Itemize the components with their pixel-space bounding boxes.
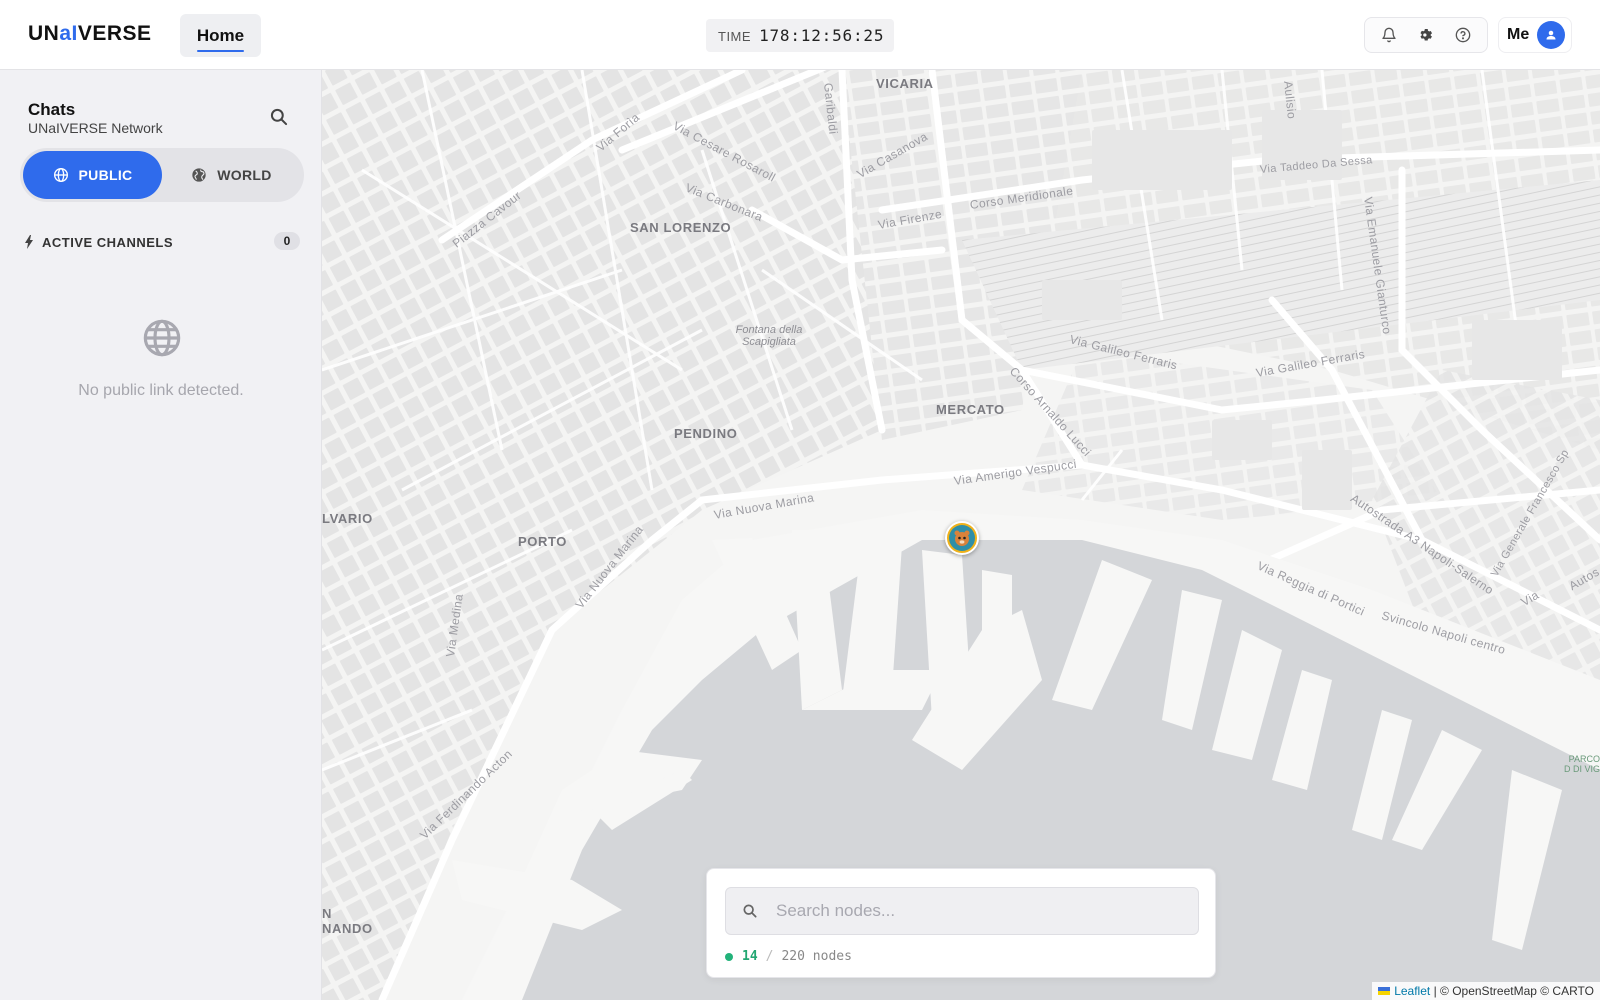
active-channels-count: 0 <box>274 232 300 250</box>
profile-button[interactable]: Me <box>1498 17 1572 53</box>
online-status-dot <box>725 952 733 961</box>
logo-part-un: UN <box>28 22 60 45</box>
total-node-count: 220 nodes <box>781 949 852 964</box>
time-display: TIME 178:12:56:25 <box>706 19 894 52</box>
district-label-san-ferdinando: N NANDO <box>322 906 373 936</box>
active-tab-indicator <box>197 50 244 52</box>
node-search-panel: 14 / 220 nodes <box>706 868 1216 978</box>
bell-icon <box>1382 27 1396 43</box>
avatar <box>1537 21 1566 49</box>
active-channels-header[interactable]: ACTIVE CHANNELS 0 <box>24 230 300 254</box>
globe-icon <box>53 167 69 183</box>
district-label-san-lorenzo: SAN LORENZO <box>630 220 732 235</box>
district-label-nando: NANDO <box>322 921 373 936</box>
ukraine-flag-icon <box>1378 987 1391 995</box>
notifications-button[interactable] <box>1374 20 1404 50</box>
chat-search-button[interactable] <box>266 104 292 130</box>
settings-button[interactable] <box>1411 20 1441 50</box>
chat-scope-toggle: PUBLIC WORLD <box>20 148 304 202</box>
attribution-text: | © OpenStreetMap © CARTO <box>1433 984 1594 998</box>
poi-label-fontana: Fontana della Scapigliata <box>735 324 803 348</box>
logo[interactable]: UNaIVERSE <box>28 22 152 46</box>
park-label: PARCO D DI VIG <box>1563 754 1600 774</box>
tab-world[interactable]: WORLD <box>162 151 301 199</box>
empty-state-text: No public link detected. <box>78 382 244 399</box>
avatar-marker-icon <box>949 525 975 551</box>
lightning-icon <box>25 235 33 249</box>
logo-part-verse: VERSE <box>77 22 152 45</box>
search-icon <box>270 108 288 126</box>
user-icon <box>1546 30 1556 40</box>
world-icon <box>191 167 207 183</box>
node-search-field[interactable] <box>725 887 1199 935</box>
district-label-avvocata: LVARIO <box>322 511 373 526</box>
gear-icon <box>1420 28 1432 41</box>
tab-home[interactable]: Home <box>180 14 261 57</box>
top-header: UNaIVERSE Home TIME 178:12:56:25 Me <box>0 0 1600 70</box>
district-label-porto: PORTO <box>518 534 567 549</box>
node-search-input[interactable] <box>776 901 1176 921</box>
logo-part-ai: aI <box>59 22 78 45</box>
district-label-mercato: MERCATO <box>936 402 1005 417</box>
district-label-pendino: PENDINO <box>674 426 738 441</box>
node-marker[interactable] <box>945 521 979 555</box>
tab-public[interactable]: PUBLIC <box>23 151 162 199</box>
tab-world-label: WORLD <box>217 167 272 183</box>
search-icon <box>742 903 758 919</box>
profile-label: Me <box>1507 26 1530 43</box>
time-label: TIME <box>718 29 752 44</box>
time-value: 178:12:56:25 <box>759 26 885 45</box>
node-count-separator: / <box>765 949 774 964</box>
help-button[interactable] <box>1448 20 1478 50</box>
tab-public-label: PUBLIC <box>78 167 133 183</box>
chats-sidebar: Chats UNaIVERSE Network PUBLIC WORLD ACT… <box>0 70 322 1000</box>
sidebar-subtitle: UNaIVERSE Network <box>28 120 163 136</box>
tab-home-label: Home <box>196 25 245 45</box>
node-count: 14 / 220 nodes <box>725 949 852 964</box>
district-label-vicaria: VICARIA <box>876 76 934 91</box>
empty-globe-icon <box>142 318 182 363</box>
help-icon <box>1455 27 1470 43</box>
map-attribution: Leaflet | © OpenStreetMap © CARTO <box>1372 982 1600 1000</box>
header-icon-group <box>1364 17 1488 53</box>
sidebar-title: Chats <box>28 100 76 119</box>
active-node-count: 14 <box>742 949 758 964</box>
map-view[interactable]: VICARIA SAN LORENZO MERCATO PENDINO PORT… <box>322 70 1600 1000</box>
leaflet-link[interactable]: Leaflet <box>1394 984 1430 998</box>
active-channels-label: ACTIVE CHANNELS <box>42 234 174 250</box>
